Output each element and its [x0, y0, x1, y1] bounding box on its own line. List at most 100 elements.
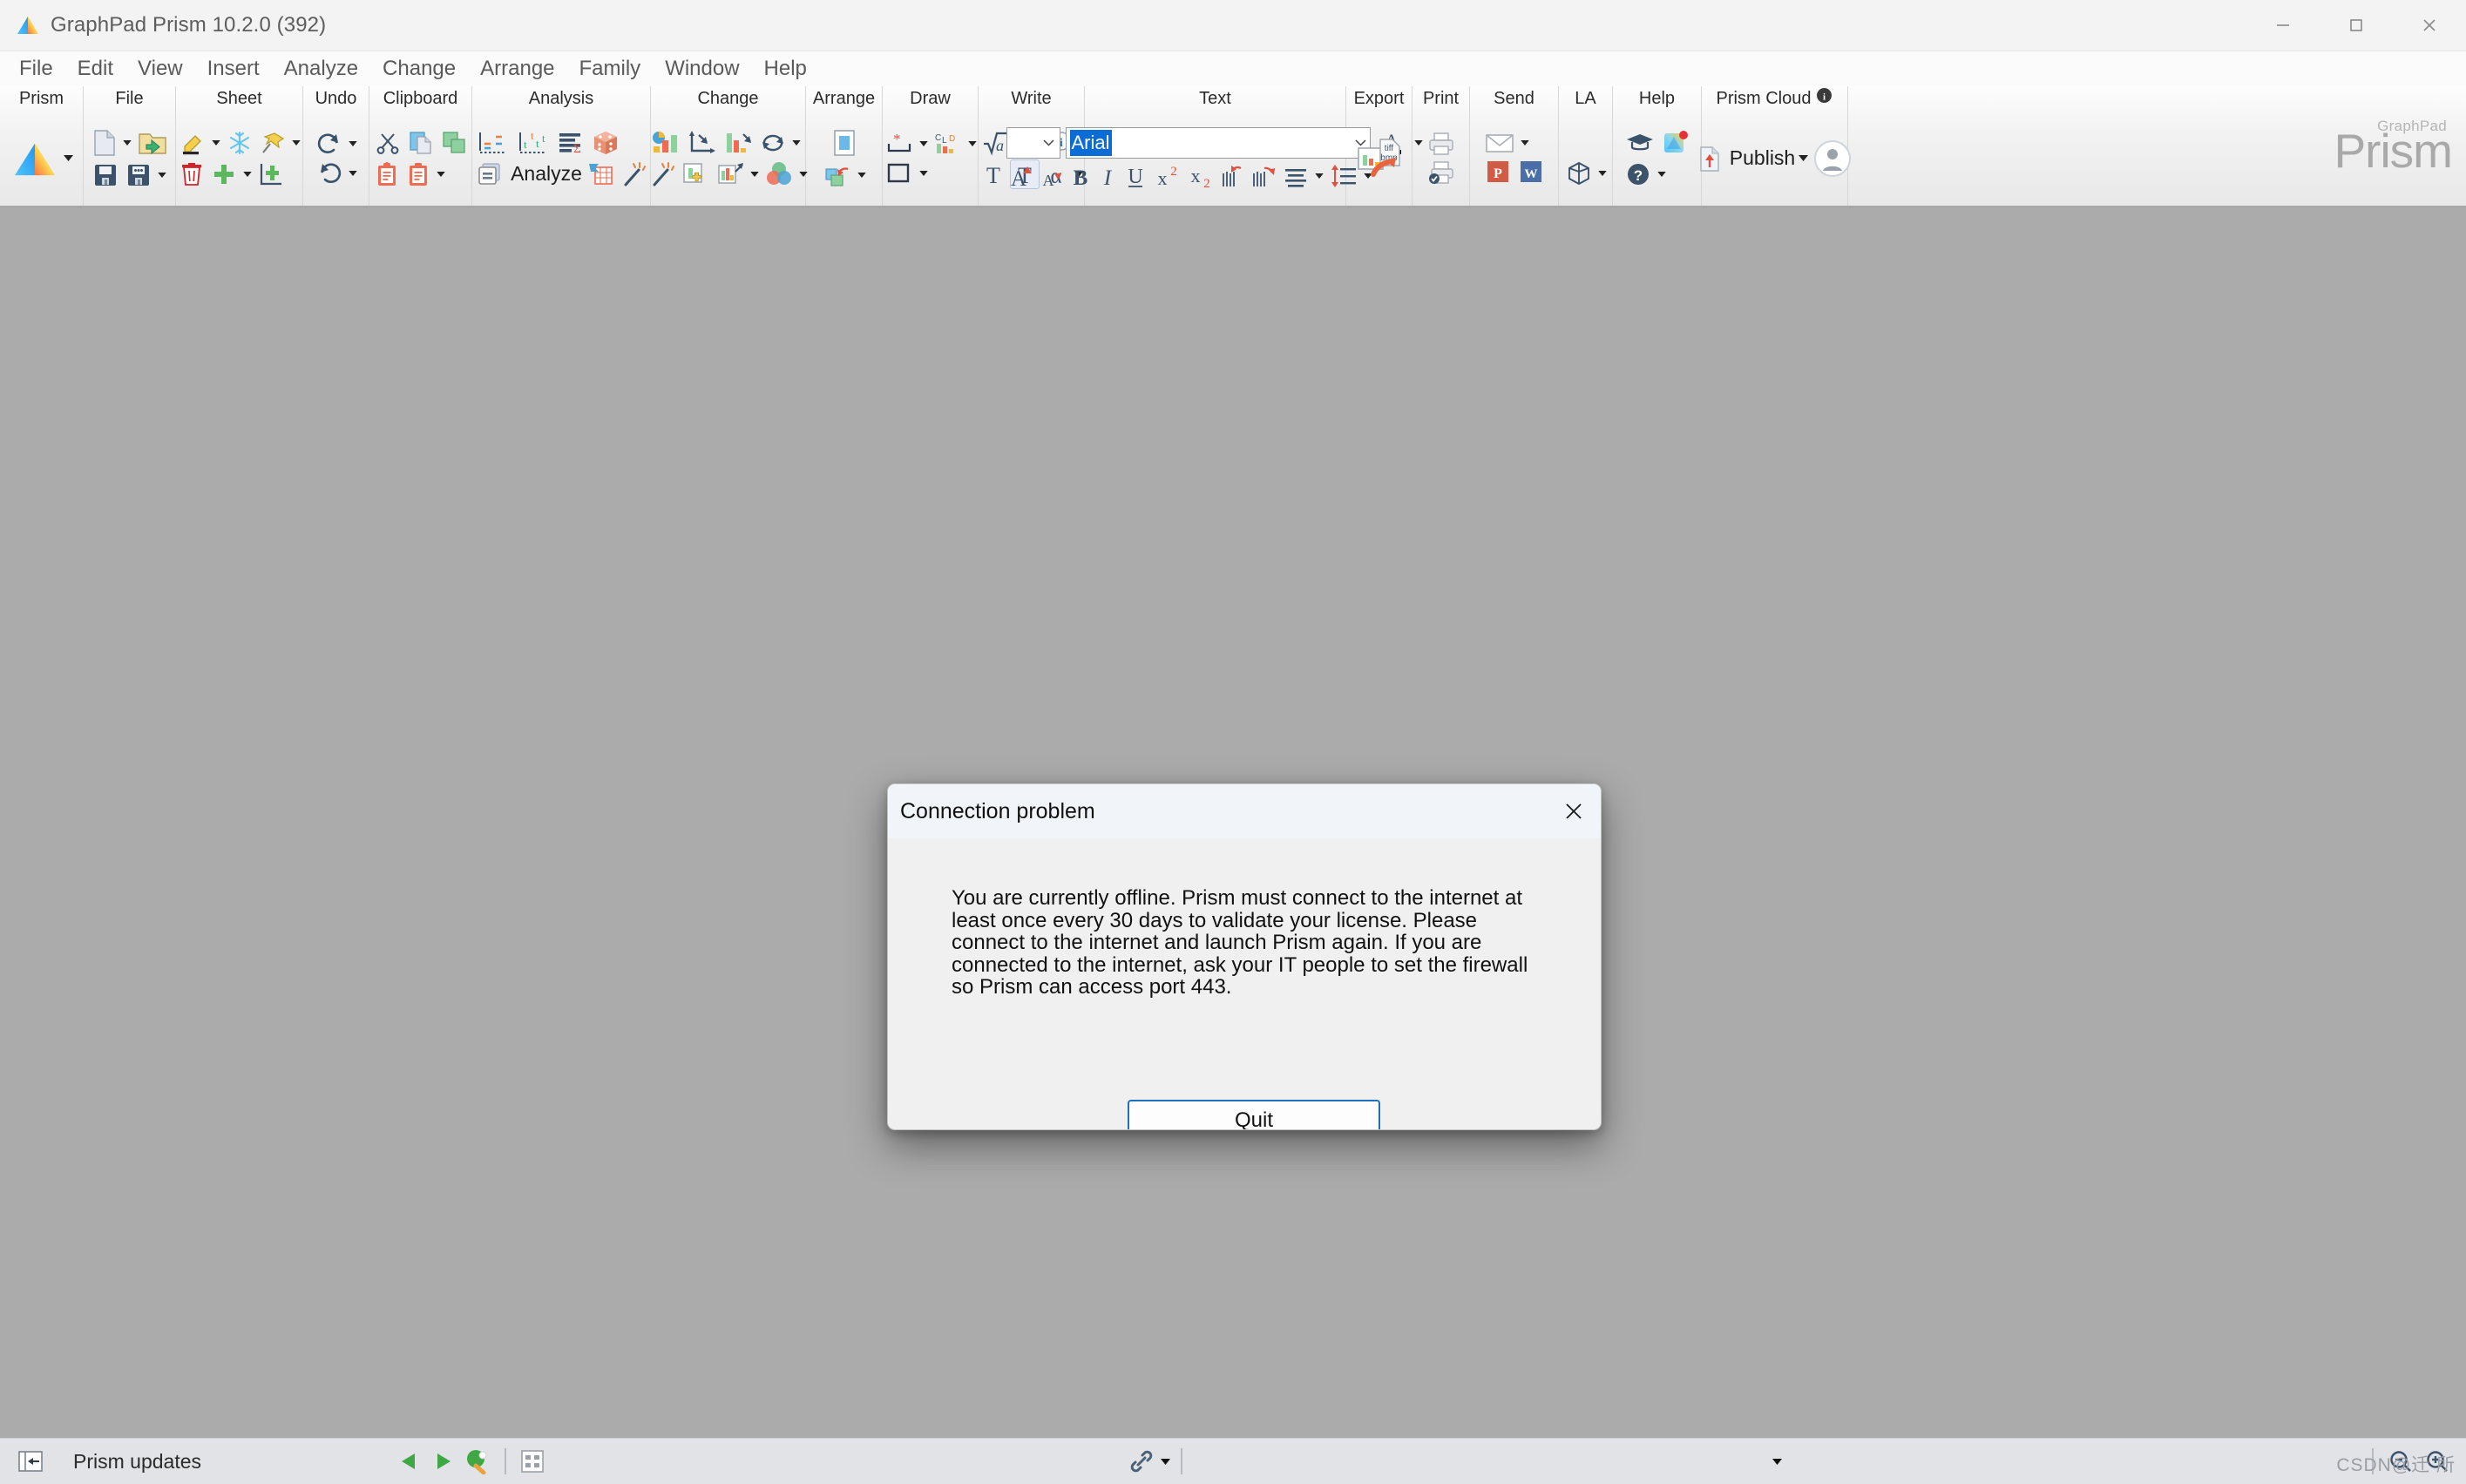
question-icon[interactable]: ?	[1623, 159, 1654, 189]
magic-wand-icon[interactable]	[619, 159, 648, 189]
duplicate-icon[interactable]	[438, 128, 470, 158]
chevron-down-icon[interactable]	[1596, 170, 1609, 176]
resize-graph-icon[interactable]	[714, 159, 747, 189]
magic-wand-icon[interactable]	[647, 159, 677, 189]
menu-item-file[interactable]: File	[7, 53, 65, 85]
chevron-down-icon[interactable]	[210, 139, 222, 146]
interpolate-icon[interactable]	[474, 128, 512, 158]
data-sets-icon[interactable]	[721, 128, 755, 158]
clipboard-legend-icon[interactable]: C L D	[932, 130, 965, 158]
chevron-down-icon[interactable]	[966, 140, 979, 146]
prism-triangle-icon[interactable]	[9, 137, 61, 180]
cut-scissors-icon[interactable]	[372, 129, 403, 157]
bold-icon[interactable]: B	[1067, 161, 1094, 191]
superscript-icon[interactable]: x 2	[1151, 161, 1182, 191]
zoom-in-icon[interactable]	[2419, 1446, 2456, 1477]
chevron-down-icon[interactable]	[347, 170, 359, 176]
analyze-grid-icon[interactable]	[584, 159, 617, 189]
minimize-icon[interactable]	[2246, 0, 2320, 51]
find-paddle-icon[interactable]	[459, 1446, 496, 1477]
menu-item-window[interactable]: Window	[653, 53, 751, 85]
save-icon[interactable]	[90, 160, 121, 190]
publish-button-label[interactable]: Publish	[1726, 146, 1795, 170]
prev-sheet-icon[interactable]	[393, 1447, 426, 1475]
quit-button[interactable]: Quit	[1128, 1100, 1380, 1129]
undo-icon[interactable]	[314, 159, 345, 187]
save-as-icon[interactable]	[123, 160, 154, 190]
chevron-down-icon[interactable]	[1160, 1458, 1172, 1465]
font-name-input[interactable]: Arial	[1065, 126, 1371, 159]
subscript-icon[interactable]: x 2	[1184, 161, 1216, 191]
open-folder-icon[interactable]	[135, 128, 170, 158]
refresh-icon[interactable]	[757, 130, 789, 156]
new-file-icon[interactable]	[90, 127, 119, 159]
paste-icon[interactable]	[372, 159, 402, 189]
copy-icon[interactable]	[405, 128, 437, 158]
graph-type-icon[interactable]	[647, 128, 682, 158]
underline-icon[interactable]: U	[1121, 161, 1149, 191]
asterisk-bracket-icon[interactable]: *	[883, 130, 916, 158]
send-backward-icon[interactable]	[821, 160, 854, 190]
frame-icon[interactable]	[829, 127, 860, 159]
menu-item-analyze[interactable]: Analyze	[272, 53, 370, 85]
close-icon[interactable]	[1547, 784, 1601, 838]
font-grow-icon[interactable]: A	[1006, 161, 1036, 191]
add-graph-icon[interactable]	[679, 159, 712, 189]
chevron-down-icon[interactable]	[121, 139, 133, 146]
chevron-down-icon[interactable]	[241, 171, 254, 177]
chevron-down-icon[interactable]	[435, 171, 447, 177]
close-icon[interactable]	[2393, 0, 2466, 51]
next-sheet-icon[interactable]	[426, 1447, 459, 1475]
analyze-button-label[interactable]: Analyze	[507, 162, 582, 186]
italic-icon[interactable]: I	[1095, 161, 1120, 191]
menu-item-view[interactable]: View	[125, 53, 195, 85]
new-graph-icon[interactable]	[255, 159, 287, 189]
status-more-chevron-down-icon[interactable]	[1764, 1458, 1790, 1465]
chevron-down-icon[interactable]	[63, 155, 75, 161]
chevron-down-icon[interactable]	[918, 140, 930, 146]
chevron-down-icon[interactable]	[347, 140, 359, 146]
zoom-out-icon[interactable]	[2382, 1446, 2419, 1477]
chevron-down-icon[interactable]	[1656, 171, 1668, 177]
sheet-grid-icon[interactable]	[515, 1447, 550, 1476]
export-tiff-bmp-icon[interactable]: tiff bmp	[1353, 134, 1406, 183]
delete-trash-icon[interactable]	[177, 159, 207, 189]
freeze-snowflake-icon[interactable]	[224, 128, 255, 158]
info-icon[interactable]: i	[1816, 86, 1833, 111]
chevron-down-icon[interactable]	[749, 171, 761, 177]
menu-item-insert[interactable]: Insert	[195, 53, 272, 85]
add-plus-icon[interactable]	[208, 159, 240, 189]
paste-special-icon[interactable]	[403, 159, 433, 189]
collapse-panel-icon[interactable]	[12, 1447, 49, 1476]
menu-item-help[interactable]: Help	[752, 53, 819, 85]
rotate-right-icon[interactable]	[1249, 161, 1278, 191]
word-icon[interactable]: W	[1515, 157, 1547, 186]
whats-new-icon[interactable]	[1659, 128, 1692, 158]
t-test-icon[interactable]: t t t t	[514, 128, 552, 158]
print-icon[interactable]	[1425, 130, 1458, 158]
chevron-down-icon[interactable]	[918, 170, 930, 176]
menu-item-change[interactable]: Change	[370, 53, 468, 85]
analyze-icon[interactable]	[474, 159, 505, 189]
menu-item-family[interactable]: Family	[567, 53, 654, 85]
link-icon[interactable]	[1123, 1446, 1160, 1477]
simulate-dice-icon[interactable]	[589, 128, 622, 158]
graduation-cap-icon[interactable]	[1623, 130, 1657, 156]
menu-item-edit[interactable]: Edit	[65, 53, 125, 85]
chevron-down-icon[interactable]	[1519, 139, 1531, 146]
color-scheme-icon[interactable]	[762, 159, 796, 189]
font-shrink-icon[interactable]: A	[1038, 161, 1066, 191]
maximize-icon[interactable]	[2320, 0, 2393, 51]
pin-icon[interactable]	[257, 129, 288, 157]
align-icon[interactable]	[1280, 161, 1311, 191]
highlighter-icon[interactable]	[177, 129, 208, 157]
redo-icon[interactable]	[314, 130, 345, 158]
rotate-left-icon[interactable]	[1217, 161, 1247, 191]
powerpoint-icon[interactable]: P	[1482, 157, 1514, 186]
chevron-down-icon[interactable]	[1797, 155, 1809, 161]
text-icon[interactable]: T	[979, 159, 1008, 189]
font-size-select[interactable]	[1006, 126, 1060, 159]
print-preview-icon[interactable]	[1425, 159, 1458, 187]
chevron-down-icon[interactable]	[856, 172, 868, 178]
cube-icon[interactable]	[1563, 159, 1595, 188]
